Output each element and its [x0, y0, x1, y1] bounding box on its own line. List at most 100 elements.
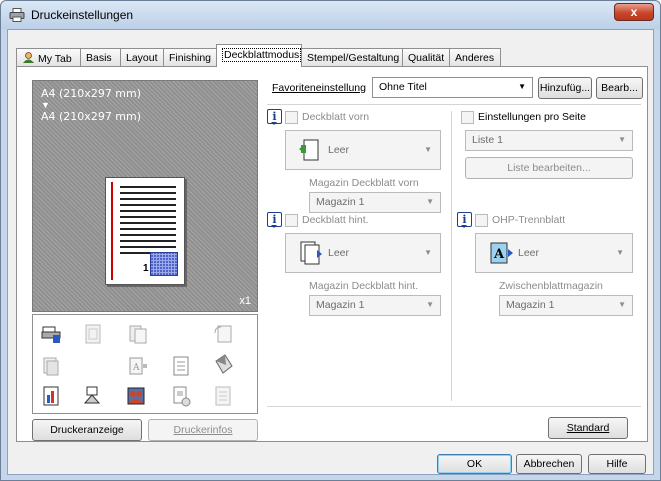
ohp-tray-label: Zwischenblattmagazin	[499, 280, 603, 292]
preview-original-size: A4 (210x297 mm)	[41, 110, 142, 123]
front-cover-paper-value: Leer	[328, 144, 350, 156]
back-cover-label: Deckblatt hint.	[302, 214, 369, 226]
edit-favorite-button[interactable]: Bearb...	[596, 77, 643, 99]
tab-label: Basis	[86, 52, 112, 64]
tab-anderes[interactable]: Anderes	[449, 48, 501, 66]
print-preview: A4 (210x297 mm) ▼ A4 (210x297 mm) 1 x1	[32, 80, 258, 312]
tab-label: Qualität	[408, 52, 445, 64]
title-bar[interactable]: Druckeinstellungen x	[1, 1, 660, 29]
printer-output-icon[interactable]	[41, 323, 61, 345]
bar-chart-doc-icon[interactable]	[41, 385, 61, 407]
tab-label: Finishing	[169, 52, 212, 64]
standard-button[interactable]: Standard	[548, 417, 628, 439]
dialog-window: Druckeinstellungen x My Tab Basis Layout…	[0, 0, 661, 481]
tab-qualitaet[interactable]: Qualität	[402, 48, 450, 66]
pages-icon	[129, 325, 147, 344]
rotate-page-icon	[214, 325, 232, 343]
lined-page-icon	[215, 386, 231, 406]
ok-button[interactable]: OK	[437, 454, 512, 474]
watermark-users-icon[interactable]	[126, 385, 146, 407]
window-title: Druckeinstellungen	[31, 8, 134, 22]
tab-my-tab[interactable]: My Tab	[16, 48, 81, 66]
add-favorite-button[interactable]: Hinzufüg...	[538, 77, 592, 99]
tab-layout[interactable]: Layout	[120, 48, 164, 66]
image-thumbnail-icon	[150, 252, 178, 276]
front-cover-tray-select[interactable]: Magazin 1 ▼	[309, 192, 441, 213]
tab-label: Anderes	[455, 52, 495, 64]
divider	[451, 111, 452, 401]
help-button[interactable]: Hilfe	[588, 454, 646, 474]
ohp-sheet-icon: A	[490, 242, 513, 264]
front-cover-tray-value: Magazin 1	[316, 196, 365, 208]
svg-text:A: A	[493, 247, 505, 262]
standard-label: Standard	[566, 422, 610, 434]
per-page-list-value: Liste 1	[472, 134, 503, 146]
tab-finishing[interactable]: Finishing	[163, 48, 217, 66]
printer-info-label: Druckerinfos	[173, 424, 233, 436]
chevron-down-icon: ▼	[518, 82, 526, 91]
divider	[267, 104, 641, 105]
settings-page-icon	[173, 386, 191, 407]
edit-list-button[interactable]: Liste bearbeiten...	[465, 157, 633, 179]
front-cover-checkbox[interactable]	[285, 111, 298, 124]
printer-icon	[9, 8, 25, 22]
preview-page: 1	[105, 177, 185, 285]
favorites-label-text: Favoriteneinstellung	[272, 82, 366, 94]
ohp-tray-select[interactable]: Magazin 1 ▼	[499, 295, 633, 316]
back-cover-tray-label: Magazin Deckblatt hint.	[309, 280, 419, 292]
back-cover-checkbox[interactable]	[285, 214, 298, 227]
info-icon: i	[267, 109, 282, 125]
tab-label: Deckblattmodus	[222, 48, 302, 62]
svg-text:A: A	[132, 363, 140, 373]
back-cover-paper-select[interactable]: Leer ▼	[285, 233, 441, 273]
back-cover-paper-value: Leer	[328, 247, 350, 259]
favorites-select[interactable]: Ohne Titel ▼	[372, 77, 533, 98]
tab-panel-deckblattmodus: A4 (210x297 mm) ▼ A4 (210x297 mm) 1 x1 A…	[16, 66, 648, 442]
front-cover-label: Deckblatt vorn	[302, 111, 370, 123]
tab-label: Stempel/Gestaltung	[307, 52, 400, 64]
page-number: 1	[143, 263, 149, 274]
blank-back-sheet-icon	[300, 241, 322, 265]
tab-deckblattmodus[interactable]: Deckblattmodus	[216, 44, 302, 67]
ohp-separator-checkbox[interactable]	[475, 214, 488, 227]
ohp-tray-value: Magazin 1	[506, 299, 555, 311]
per-page-settings-label: Einstellungen pro Seite	[478, 111, 586, 123]
per-page-list-select[interactable]: Liste 1 ▼	[465, 130, 633, 151]
chevron-down-icon: ▼	[618, 300, 626, 309]
stack-icon	[43, 357, 59, 376]
margin-line	[111, 182, 113, 280]
tab-stempel-gestaltung[interactable]: Stempel/Gestaltung	[301, 48, 403, 66]
info-icon: i	[267, 212, 282, 228]
booklet-icon	[85, 324, 101, 344]
printer-view-button[interactable]: Druckeranzeige	[32, 419, 142, 441]
stamp-icon[interactable]	[83, 385, 103, 407]
tab-label: My Tab	[38, 53, 72, 65]
printer-info-button[interactable]: Druckerinfos	[148, 419, 258, 441]
cancel-button[interactable]: Abbrechen	[516, 454, 582, 474]
tab-basis[interactable]: Basis	[80, 48, 121, 66]
copy-count: x1	[239, 295, 251, 307]
ohp-paper-select[interactable]: A Leer ▼	[475, 233, 633, 273]
chevron-down-icon: ▼	[426, 197, 434, 206]
close-button[interactable]: x	[614, 3, 654, 21]
per-page-settings-checkbox[interactable]	[461, 111, 474, 124]
preview-output-size: A4 (210x297 mm)	[41, 87, 142, 100]
chevron-down-icon: ▼	[426, 300, 434, 309]
text-lines	[120, 186, 176, 258]
chevron-down-icon: ▼	[616, 248, 624, 257]
info-icon: i	[457, 212, 472, 228]
chevron-down-icon: ▼	[618, 135, 626, 144]
fan-pages-icon	[215, 354, 233, 374]
favorites-value: Ohne Titel	[379, 81, 427, 93]
client-area: My Tab Basis Layout Finishing Deckblattm…	[7, 29, 654, 475]
back-cover-tray-value: Magazin 1	[316, 299, 365, 311]
chevron-down-icon: ▼	[424, 145, 432, 154]
favorites-label: Favoriteneinstellung	[272, 82, 366, 94]
document-icon	[173, 356, 189, 376]
blank-cover-sheet-icon	[299, 139, 319, 161]
front-cover-paper-select[interactable]: Leer ▼	[285, 130, 441, 170]
ohp-separator-label: OHP-Trennblatt	[492, 214, 566, 226]
divider	[267, 406, 641, 407]
insert-sheet-icon: A	[129, 357, 147, 375]
back-cover-tray-select[interactable]: Magazin 1 ▼	[309, 295, 441, 316]
